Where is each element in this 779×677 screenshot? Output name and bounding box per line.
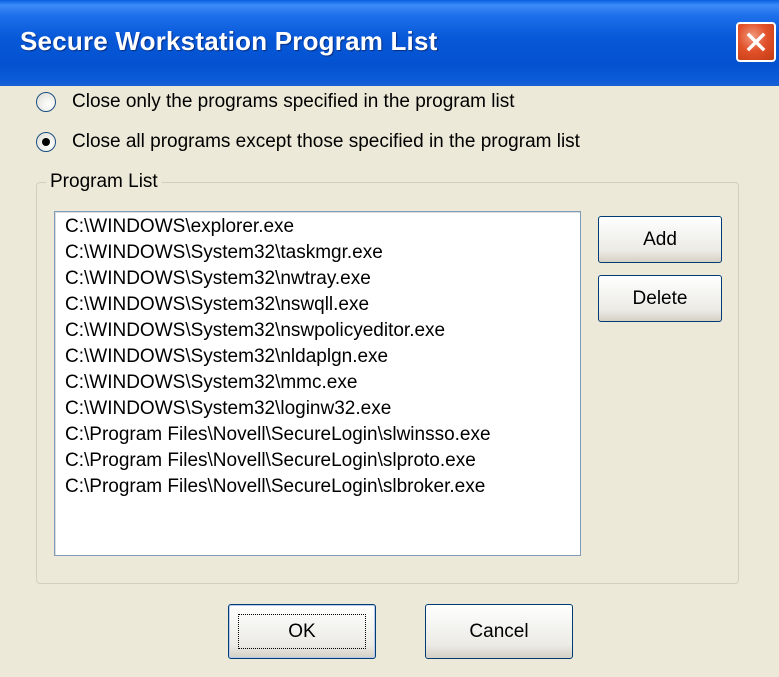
list-item[interactable]: C:\Program Files\Novell\SecureLogin\slbr… bbox=[65, 475, 485, 498]
close-icon bbox=[746, 32, 766, 52]
focus-rectangle bbox=[238, 614, 366, 649]
close-button[interactable] bbox=[736, 22, 776, 62]
list-item[interactable]: C:\WINDOWS\System32\loginw32.exe bbox=[65, 397, 391, 420]
list-item[interactable]: C:\Program Files\Novell\SecureLogin\slpr… bbox=[65, 449, 476, 472]
list-item[interactable]: C:\WINDOWS\System32\nldaplgn.exe bbox=[65, 345, 388, 368]
title-bar[interactable]: Secure Workstation Program List bbox=[0, 0, 779, 86]
list-item[interactable]: C:\Program Files\Novell\SecureLogin\slwi… bbox=[65, 423, 491, 446]
window-title: Secure Workstation Program List bbox=[20, 26, 438, 56]
radio-close-only[interactable] bbox=[36, 92, 56, 112]
ok-button[interactable]: OK bbox=[228, 604, 376, 659]
delete-button[interactable]: Delete bbox=[598, 275, 722, 322]
program-list-legend: Program List bbox=[46, 171, 162, 193]
list-item[interactable]: C:\WINDOWS\System32\nwtray.exe bbox=[65, 267, 371, 290]
program-listbox[interactable]: C:\WINDOWS\explorer.exe C:\WINDOWS\Syste… bbox=[54, 211, 581, 556]
option-close-only[interactable]: Close only the programs specified in the… bbox=[36, 89, 514, 115]
radio-close-all-except[interactable] bbox=[36, 132, 56, 152]
list-item[interactable]: C:\WINDOWS\System32\nswqll.exe bbox=[65, 293, 369, 316]
option-close-all-except[interactable]: Close all programs except those specifie… bbox=[36, 129, 580, 155]
delete-button-label: Delete bbox=[632, 288, 688, 309]
list-item[interactable]: C:\WINDOWS\System32\mmc.exe bbox=[65, 371, 357, 394]
add-button[interactable]: Add bbox=[598, 216, 722, 263]
cancel-button[interactable]: Cancel bbox=[425, 604, 573, 659]
list-item[interactable]: C:\WINDOWS\System32\taskmgr.exe bbox=[65, 241, 383, 264]
option-close-only-label: Close only the programs specified in the… bbox=[72, 91, 515, 112]
add-button-label: Add bbox=[643, 229, 677, 250]
list-item[interactable]: C:\WINDOWS\explorer.exe bbox=[65, 215, 294, 238]
list-item[interactable]: C:\WINDOWS\System32\nswpolicyeditor.exe bbox=[65, 319, 445, 342]
option-close-all-except-label: Close all programs except those specifie… bbox=[72, 131, 580, 152]
dialog-window: Secure Workstation Program List Close on… bbox=[0, 0, 779, 677]
cancel-button-label: Cancel bbox=[469, 621, 529, 642]
